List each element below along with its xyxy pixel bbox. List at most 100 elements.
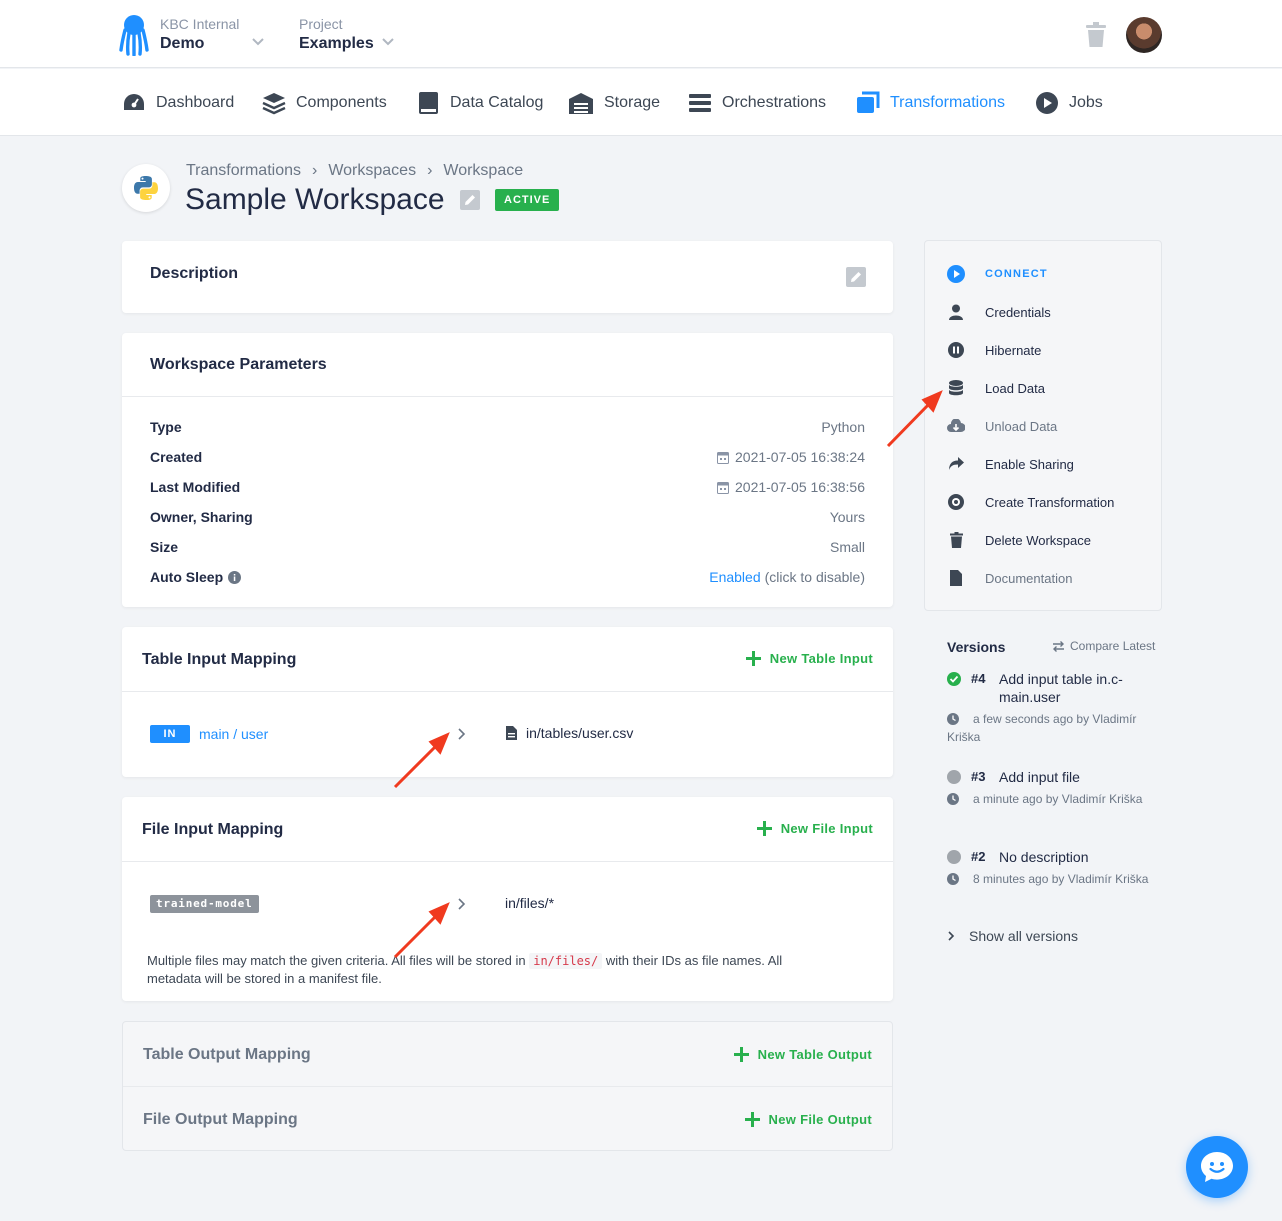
version-item[interactable]: #2 No description 8 minutes ago by Vladi…: [947, 848, 1162, 888]
version-item[interactable]: #3 Add input file a minute ago by Vladim…: [947, 768, 1162, 808]
nav-components[interactable]: Components: [262, 91, 387, 115]
description-card: Description: [122, 241, 893, 313]
param-value: Python: [821, 419, 865, 435]
avatar[interactable]: [1126, 17, 1162, 53]
chat-bubble-icon: [1201, 1152, 1233, 1182]
output-mapping-card: Table Output Mapping New Table Output Fi…: [122, 1021, 893, 1151]
action-label: Load Data: [985, 380, 1045, 396]
keboola-octopus-logo[interactable]: [119, 14, 149, 56]
compare-label: Compare Latest: [1070, 639, 1156, 653]
database-icon: [949, 380, 963, 396]
page-title: Sample Workspace: [185, 183, 445, 216]
button-label: New Table Input: [769, 651, 873, 666]
table-input-title: Table Input Mapping: [142, 651, 297, 668]
param-key: Type: [150, 419, 182, 435]
bars-icon: [689, 94, 711, 112]
version-meta: 8 minutes ago by Vladimír Kriška: [973, 872, 1149, 886]
file-input-mapping-card: File Input Mapping New File Input traine…: [122, 797, 893, 1001]
destination-path: in/files/*: [505, 895, 554, 911]
source-table-name: main / user: [199, 726, 269, 742]
action-label: Delete Workspace: [985, 532, 1091, 548]
share-icon: [949, 457, 964, 470]
show-all-versions-link[interactable]: Show all versions: [947, 928, 1078, 944]
unload-data-button[interactable]: Unload Data: [947, 416, 1057, 436]
new-file-output-button[interactable]: New File Output: [744, 1112, 872, 1127]
trash-icon: [949, 532, 963, 548]
file-icon: [506, 726, 517, 740]
destination-path: in/tables/user.csv: [506, 725, 633, 741]
breadcrumb-link[interactable]: Workspaces: [328, 162, 416, 180]
nav-label: Components: [296, 94, 387, 111]
create-transformation-button[interactable]: Create Transformation: [947, 492, 1114, 512]
file-input-note: Multiple files may match the given crite…: [147, 952, 833, 988]
nav-data-catalog[interactable]: Data Catalog: [418, 91, 543, 115]
connect-button[interactable]: CONNECT: [947, 264, 1048, 284]
trash-icon[interactable]: [1085, 22, 1107, 48]
param-value: Yours: [829, 509, 865, 525]
hibernate-button[interactable]: Hibernate: [947, 340, 1041, 360]
nav-label: Transformations: [890, 94, 1005, 111]
nav-label: Data Catalog: [450, 94, 544, 111]
nav-transformations[interactable]: Transformations: [856, 91, 1005, 115]
project-switcher[interactable]: Project Examples: [299, 16, 394, 53]
cloud-download-icon: [947, 419, 965, 432]
documentation-link[interactable]: Documentation: [947, 568, 1072, 588]
nav-jobs[interactable]: Jobs: [1035, 91, 1103, 115]
play-icon: [1036, 92, 1058, 114]
org-switcher[interactable]: KBC Internal Demo: [160, 16, 264, 53]
version-description: No description: [999, 849, 1089, 865]
file-icon: [950, 570, 962, 586]
status-badge: ACTIVE: [495, 189, 560, 211]
table-input-mapping-card: Table Input Mapping New Table Input IN m…: [122, 627, 893, 777]
breadcrumb-link[interactable]: Transformations: [186, 162, 301, 180]
in-badge: IN: [150, 725, 190, 743]
chevron-right-icon: [458, 898, 466, 910]
gear-icon: [948, 494, 964, 510]
source-table-link[interactable]: main / user: [199, 726, 268, 742]
load-data-button[interactable]: Load Data: [947, 378, 1045, 398]
edit-icon[interactable]: [460, 190, 480, 210]
enable-sharing-button[interactable]: Enable Sharing: [947, 454, 1074, 474]
version-meta: a minute ago by Vladimír Kriška: [973, 792, 1143, 806]
workspace-actions-panel: CONNECT Credentials Hibernate Load Data …: [924, 240, 1162, 611]
clock-icon: [947, 793, 959, 805]
version-status-dot: [947, 770, 961, 784]
plus-icon: [745, 651, 761, 666]
action-label: Documentation: [985, 570, 1073, 586]
chevron-right-icon: ›: [312, 162, 318, 179]
new-table-output-button[interactable]: New Table Output: [733, 1047, 872, 1062]
file-input-title: File Input Mapping: [142, 821, 284, 838]
param-value: 2021-07-05 16:38:24: [735, 449, 865, 465]
param-value: Small: [829, 539, 865, 555]
new-file-input-button[interactable]: New File Input: [756, 821, 873, 836]
delete-workspace-button[interactable]: Delete Workspace: [947, 530, 1091, 550]
breadcrumb-current: Workspace: [443, 162, 524, 179]
note-text: Multiple files may match the given crite…: [147, 953, 526, 968]
nav-storage[interactable]: Storage: [568, 91, 660, 115]
edit-icon[interactable]: [846, 267, 866, 287]
destination-path-text: in/tables/user.csv: [526, 725, 634, 741]
chevron-down-icon: [382, 38, 394, 46]
param-row-created: Created 2021-07-05 16:38:24: [150, 447, 865, 467]
param-row-last-modified: Last Modified 2021-07-05 16:38:56: [150, 477, 865, 497]
auto-sleep-toggle-link[interactable]: Enabled: [709, 569, 760, 585]
nav-label: Orchestrations: [722, 94, 827, 111]
warehouse-icon: [569, 93, 593, 114]
param-key: Owner, Sharing: [150, 509, 253, 525]
param-row-size: Size Small: [150, 537, 865, 557]
new-table-input-button[interactable]: New Table Input: [745, 651, 873, 666]
nav-dashboard[interactable]: Dashboard: [122, 91, 234, 115]
version-description: Add input table in.c-main.user: [999, 671, 1123, 705]
button-label: New File Input: [780, 821, 873, 836]
compare-latest-button[interactable]: Compare Latest: [1052, 639, 1155, 653]
chevron-down-icon: [252, 38, 264, 46]
param-key: Last Modified: [150, 479, 241, 495]
nav-orchestrations[interactable]: Orchestrations: [688, 91, 826, 115]
nav-label: Dashboard: [156, 94, 235, 111]
info-icon[interactable]: [228, 570, 242, 584]
chevron-right-icon: [458, 728, 466, 740]
version-item[interactable]: #4 Add input table in.c-main.user a few …: [947, 670, 1162, 746]
credentials-button[interactable]: Credentials: [947, 302, 1051, 322]
chat-button[interactable]: [1186, 1136, 1248, 1198]
param-value-wrap: 2021-07-05 16:38:24: [717, 449, 865, 465]
